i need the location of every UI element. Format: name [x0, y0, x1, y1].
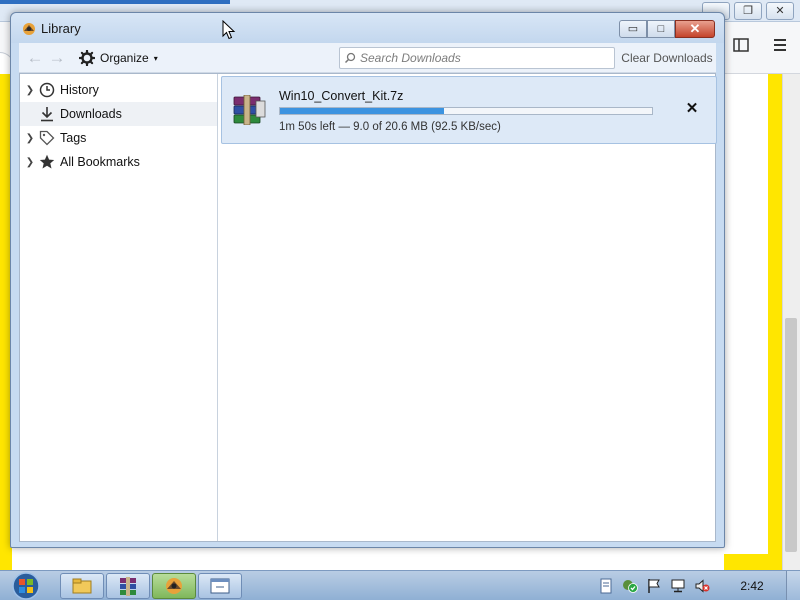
windows-explorer-icon	[72, 578, 92, 594]
back-arrow-icon[interactable]: ←	[25, 48, 45, 68]
background-page-panel	[724, 74, 768, 554]
library-toolbar: ← → Organize ▾ Clear Downloads	[19, 43, 716, 73]
taskbar-winrar-button[interactable]	[106, 573, 150, 599]
download-progress-fill	[280, 108, 444, 114]
cancel-download-button[interactable]: ✕	[684, 101, 700, 117]
download-progress-bar	[279, 107, 653, 115]
security-shield-icon[interactable]	[622, 578, 638, 594]
taskbar: 2:42	[0, 570, 800, 600]
tag-icon	[38, 129, 56, 147]
taskbar-firefox-library-button[interactable]	[152, 573, 196, 599]
minimize-button[interactable]: ▭	[619, 20, 647, 38]
start-button[interactable]	[6, 572, 46, 600]
sidebar-toggle-icon[interactable]	[728, 37, 754, 59]
winrar-archive-icon	[233, 95, 266, 125]
sidebar-item-label: History	[60, 83, 99, 97]
sidebar-item-history[interactable]: ❯ History	[20, 78, 217, 102]
volume-muted-icon[interactable]	[694, 578, 710, 594]
background-scrollbar-thumb[interactable]	[785, 318, 797, 552]
download-status: 1m 50s left — 9.0 of 20.6 MB (92.5 KB/se…	[279, 121, 501, 133]
expand-arrow-icon[interactable]: ❯	[22, 85, 38, 96]
maximize-icon: □	[657, 23, 665, 35]
show-desktop-button[interactable]	[786, 571, 800, 600]
dropdown-arrow-icon: ▾	[153, 53, 158, 63]
sidebar: ❯ History Downloads ❯ Tags ❯ All Bookmar…	[20, 74, 218, 541]
taskbar-clock[interactable]: 2:42	[732, 579, 772, 593]
sidebar-item-label: Tags	[60, 131, 87, 145]
downloads-list: Win10_Convert_Kit.7z 1m 50s left — 9.0 o…	[219, 74, 717, 541]
search-box[interactable]	[339, 47, 615, 69]
taskbar-explorer-button[interactable]	[60, 573, 104, 599]
background-active-tab-indicator	[0, 0, 230, 4]
sidebar-item-all-bookmarks[interactable]: ❯ All Bookmarks	[20, 150, 217, 174]
download-filename: Win10_Convert_Kit.7z	[279, 89, 404, 103]
download-item[interactable]: Win10_Convert_Kit.7z 1m 50s left — 9.0 o…	[221, 76, 717, 144]
search-input[interactable]	[360, 51, 610, 65]
minimize-icon: ▭	[627, 23, 639, 35]
firefox-library-icon	[166, 578, 182, 594]
organize-button[interactable]: Organize ▾	[79, 48, 158, 68]
mouse-cursor-icon	[222, 20, 236, 40]
library-app-icon	[23, 23, 35, 35]
hamburger-menu-icon[interactable]	[767, 37, 793, 59]
library-window: Library ▭ □ ✕ ← → Organize ▾ Search Down…	[10, 12, 725, 548]
expand-arrow-icon[interactable]: ❯	[22, 157, 38, 168]
window-icon	[210, 578, 230, 594]
close-button[interactable]: ✕	[675, 20, 715, 38]
sidebar-item-tags[interactable]: ❯ Tags	[20, 126, 217, 150]
document-tray-icon[interactable]	[598, 578, 614, 594]
close-icon: ✕	[689, 21, 701, 36]
library-body: ❯ History Downloads ❯ Tags ❯ All Bookmar…	[19, 73, 717, 542]
download-arrow-icon	[38, 105, 56, 123]
taskbar-window-button[interactable]	[198, 573, 242, 599]
background-restore-button[interactable]: ❐	[734, 2, 762, 20]
sidebar-item-downloads[interactable]: Downloads	[20, 102, 217, 126]
star-icon	[38, 153, 56, 171]
expand-arrow-icon[interactable]: ❯	[22, 133, 38, 144]
window-title: Library	[41, 21, 81, 36]
search-icon	[344, 52, 356, 64]
title-bar[interactable]: Library ▭ □ ✕	[11, 13, 724, 43]
network-icon[interactable]	[670, 578, 686, 594]
action-center-flag-icon[interactable]	[646, 578, 662, 594]
maximize-button[interactable]: □	[647, 20, 675, 38]
clock-icon	[38, 81, 56, 99]
sidebar-item-label: Downloads	[60, 107, 122, 121]
gear-icon	[79, 50, 95, 66]
forward-arrow-icon[interactable]: →	[47, 48, 67, 68]
organize-label: Organize	[100, 51, 149, 65]
winrar-icon	[120, 577, 136, 596]
close-icon: ✕	[685, 100, 699, 117]
background-close-button[interactable]: ✕	[766, 2, 794, 20]
clear-downloads-button[interactable]: Clear Downloads	[619, 48, 715, 68]
sidebar-item-label: All Bookmarks	[60, 155, 140, 169]
